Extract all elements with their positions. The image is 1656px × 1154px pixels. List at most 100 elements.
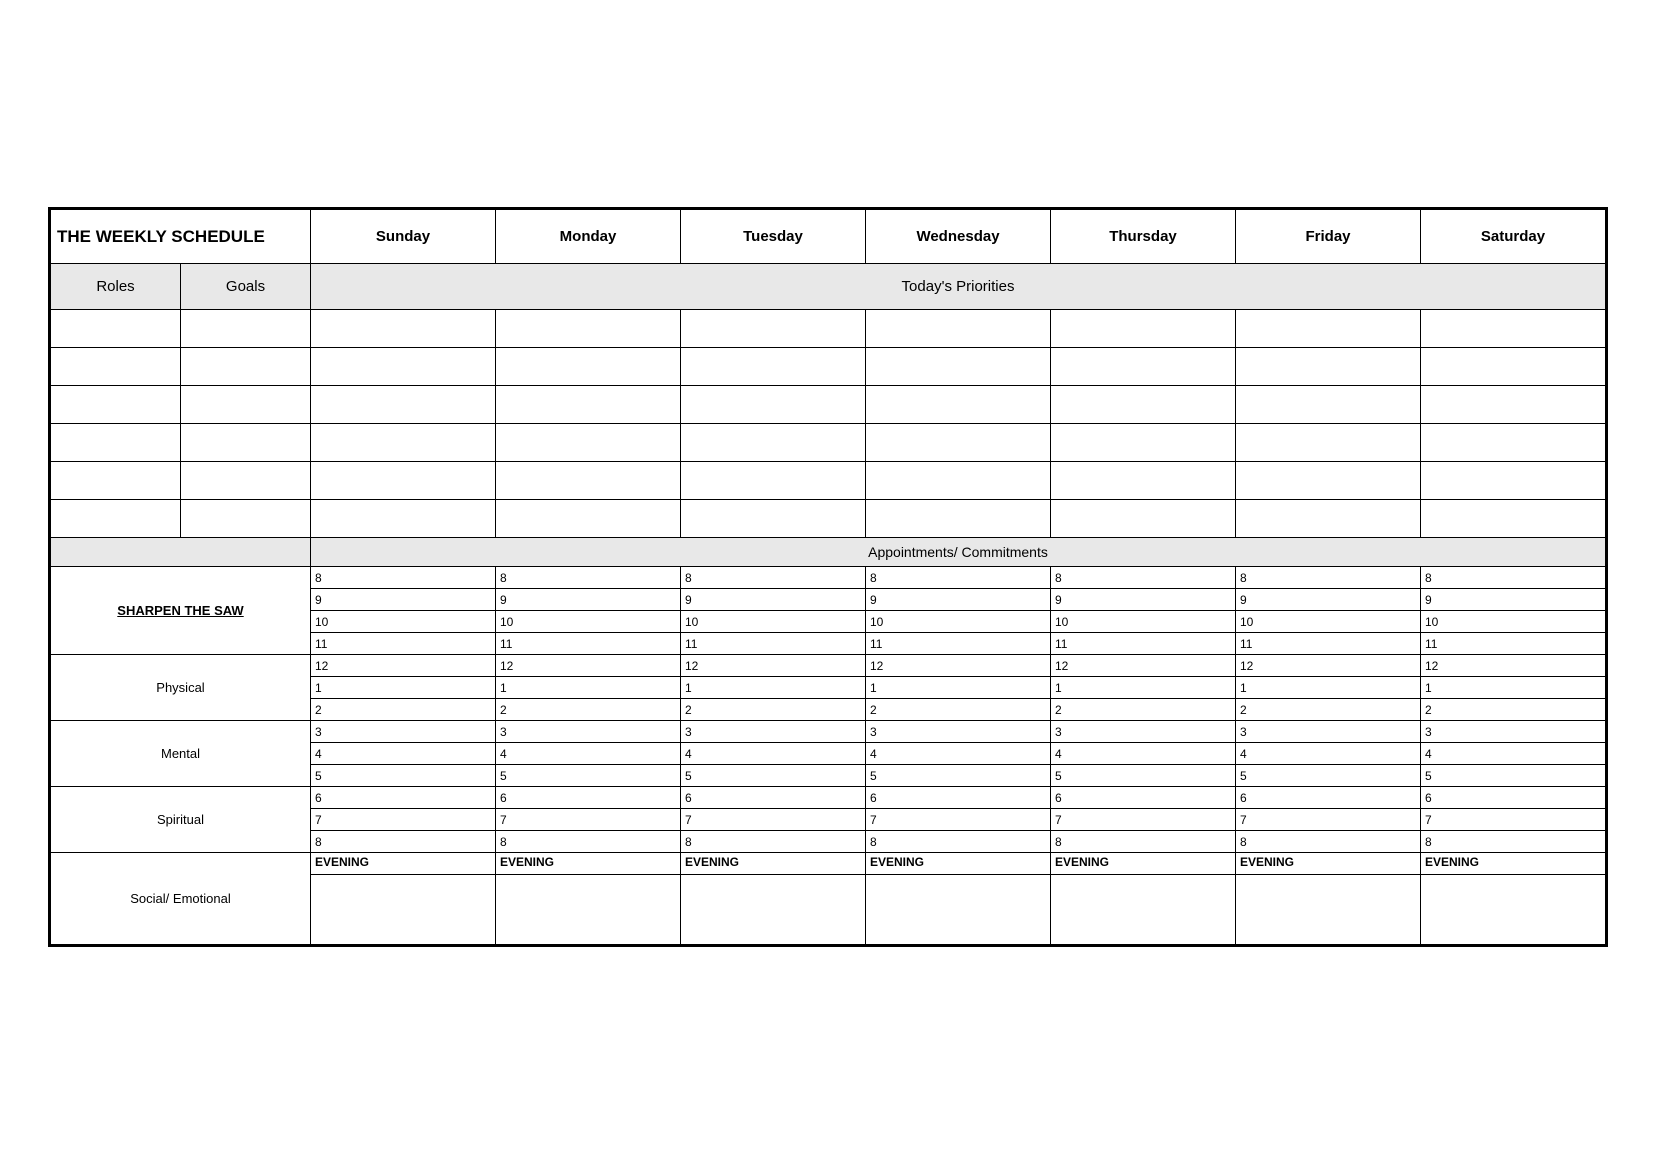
time-sun-2[interactable]: 2 xyxy=(311,699,496,721)
time-thu-6[interactable]: 6 xyxy=(1051,787,1236,809)
time-sat-3[interactable]: 3 xyxy=(1421,721,1606,743)
time-wed-3[interactable]: 3 xyxy=(866,721,1051,743)
time-thu-3[interactable]: 3 xyxy=(1051,721,1236,743)
priority-fri-4[interactable] xyxy=(1236,424,1421,462)
time-mon-4[interactable]: 4 xyxy=(496,743,681,765)
time-wed-1[interactable]: 1 xyxy=(866,677,1051,699)
evening-content-thu[interactable] xyxy=(1051,875,1236,945)
goal-cell-1[interactable] xyxy=(181,310,311,348)
time-tue-10[interactable]: 10 xyxy=(681,611,866,633)
time-thu-10[interactable]: 10 xyxy=(1051,611,1236,633)
time-sat-7[interactable]: 7 xyxy=(1421,809,1606,831)
time-sun-8[interactable]: 8 xyxy=(311,567,496,589)
priority-wed-2[interactable] xyxy=(866,348,1051,386)
evening-sun[interactable]: EVENING xyxy=(311,853,496,875)
time-fri-5[interactable]: 5 xyxy=(1236,765,1421,787)
time-fri-2[interactable]: 2 xyxy=(1236,699,1421,721)
time-sun-7[interactable]: 7 xyxy=(311,809,496,831)
time-tue-1[interactable]: 1 xyxy=(681,677,866,699)
time-wed-2[interactable]: 2 xyxy=(866,699,1051,721)
time-thu-8[interactable]: 8 xyxy=(1051,567,1236,589)
time-sat-8[interactable]: 8 xyxy=(1421,567,1606,589)
priority-sun-3[interactable] xyxy=(311,386,496,424)
priority-fri-5[interactable] xyxy=(1236,462,1421,500)
priority-mon-1[interactable] xyxy=(496,310,681,348)
time-sat-5[interactable]: 5 xyxy=(1421,765,1606,787)
time-tue-12[interactable]: 12 xyxy=(681,655,866,677)
time-mon-1[interactable]: 1 xyxy=(496,677,681,699)
evening-content-wed[interactable] xyxy=(866,875,1051,945)
time-thu-11[interactable]: 11 xyxy=(1051,633,1236,655)
priority-tue-4[interactable] xyxy=(681,424,866,462)
time-tue-4[interactable]: 4 xyxy=(681,743,866,765)
evening-sat[interactable]: EVENING xyxy=(1421,853,1606,875)
priority-thu-6[interactable] xyxy=(1051,500,1236,538)
time-sat-11[interactable]: 11 xyxy=(1421,633,1606,655)
evening-mon[interactable]: EVENING xyxy=(496,853,681,875)
time-mon-3[interactable]: 3 xyxy=(496,721,681,743)
time-sun-3[interactable]: 3 xyxy=(311,721,496,743)
time-fri-1[interactable]: 1 xyxy=(1236,677,1421,699)
priority-sat-2[interactable] xyxy=(1421,348,1606,386)
time-tue-9[interactable]: 9 xyxy=(681,589,866,611)
time-wed-12[interactable]: 12 xyxy=(866,655,1051,677)
role-cell-4[interactable] xyxy=(51,424,181,462)
time-mon-2[interactable]: 2 xyxy=(496,699,681,721)
priority-sat-4[interactable] xyxy=(1421,424,1606,462)
priority-fri-2[interactable] xyxy=(1236,348,1421,386)
priority-fri-3[interactable] xyxy=(1236,386,1421,424)
time-thu-9[interactable]: 9 xyxy=(1051,589,1236,611)
time-thu-1[interactable]: 1 xyxy=(1051,677,1236,699)
evening-fri[interactable]: EVENING xyxy=(1236,853,1421,875)
time-wed-8[interactable]: 8 xyxy=(866,567,1051,589)
priority-tue-5[interactable] xyxy=(681,462,866,500)
role-cell-6[interactable] xyxy=(51,500,181,538)
priority-mon-6[interactable] xyxy=(496,500,681,538)
time-sun-12[interactable]: 12 xyxy=(311,655,496,677)
priority-tue-3[interactable] xyxy=(681,386,866,424)
time-thu-12[interactable]: 12 xyxy=(1051,655,1236,677)
time-wed-6[interactable]: 6 xyxy=(866,787,1051,809)
priority-sat-3[interactable] xyxy=(1421,386,1606,424)
role-cell-3[interactable] xyxy=(51,386,181,424)
time-sat-1[interactable]: 1 xyxy=(1421,677,1606,699)
time-tue-8b[interactable]: 8 xyxy=(681,831,866,853)
time-fri-7[interactable]: 7 xyxy=(1236,809,1421,831)
goal-cell-3[interactable] xyxy=(181,386,311,424)
time-mon-5[interactable]: 5 xyxy=(496,765,681,787)
evening-content-mon[interactable] xyxy=(496,875,681,945)
time-thu-5[interactable]: 5 xyxy=(1051,765,1236,787)
time-tue-11[interactable]: 11 xyxy=(681,633,866,655)
goal-cell-4[interactable] xyxy=(181,424,311,462)
time-tue-2[interactable]: 2 xyxy=(681,699,866,721)
time-mon-8[interactable]: 8 xyxy=(496,567,681,589)
time-fri-4[interactable]: 4 xyxy=(1236,743,1421,765)
time-wed-4[interactable]: 4 xyxy=(866,743,1051,765)
evening-content-sun[interactable] xyxy=(311,875,496,945)
evening-content-sat[interactable] xyxy=(1421,875,1606,945)
priority-sat-6[interactable] xyxy=(1421,500,1606,538)
evening-content-fri[interactable] xyxy=(1236,875,1421,945)
time-sat-8b[interactable]: 8 xyxy=(1421,831,1606,853)
time-sun-1[interactable]: 1 xyxy=(311,677,496,699)
time-wed-9[interactable]: 9 xyxy=(866,589,1051,611)
time-sun-6[interactable]: 6 xyxy=(311,787,496,809)
priority-thu-4[interactable] xyxy=(1051,424,1236,462)
time-fri-8[interactable]: 8 xyxy=(1236,567,1421,589)
time-thu-7[interactable]: 7 xyxy=(1051,809,1236,831)
priority-thu-3[interactable] xyxy=(1051,386,1236,424)
priority-sun-6[interactable] xyxy=(311,500,496,538)
evening-wed[interactable]: EVENING xyxy=(866,853,1051,875)
priority-wed-3[interactable] xyxy=(866,386,1051,424)
time-mon-12[interactable]: 12 xyxy=(496,655,681,677)
priority-tue-6[interactable] xyxy=(681,500,866,538)
time-tue-6[interactable]: 6 xyxy=(681,787,866,809)
time-sat-2[interactable]: 2 xyxy=(1421,699,1606,721)
role-cell-2[interactable] xyxy=(51,348,181,386)
time-sat-12[interactable]: 12 xyxy=(1421,655,1606,677)
priority-mon-3[interactable] xyxy=(496,386,681,424)
time-tue-7[interactable]: 7 xyxy=(681,809,866,831)
time-thu-8b[interactable]: 8 xyxy=(1051,831,1236,853)
time-fri-10[interactable]: 10 xyxy=(1236,611,1421,633)
time-tue-3[interactable]: 3 xyxy=(681,721,866,743)
